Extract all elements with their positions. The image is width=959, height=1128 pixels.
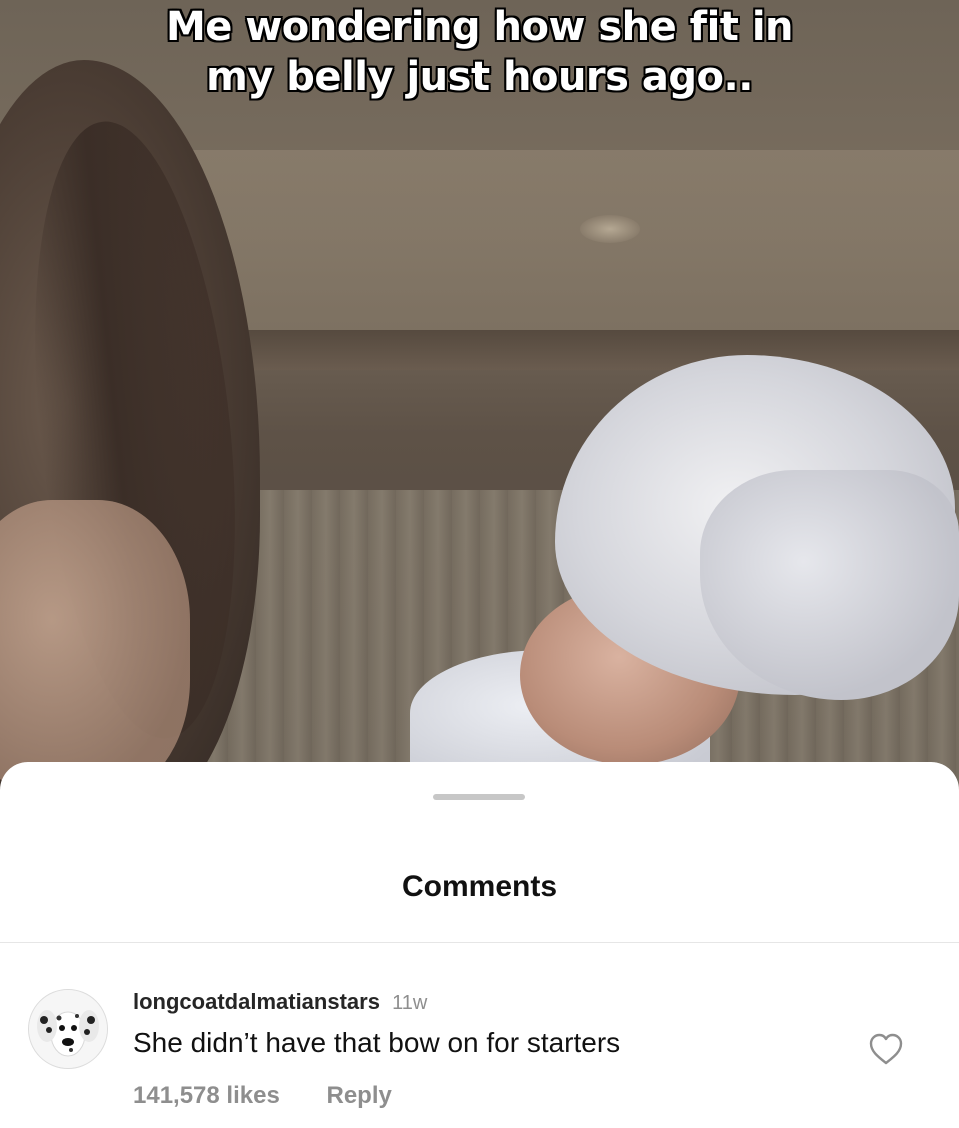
ceiling-background [170, 150, 959, 360]
comment-item: longcoatdalmatianstars 11w She didn’t ha… [0, 977, 959, 1117]
comments-title: Comments [401, 870, 558, 903]
mother-shoulder [0, 500, 190, 790]
ceiling-light [580, 215, 640, 243]
ceiling-beam [150, 330, 959, 370]
reply-button[interactable]: Reply [326, 1082, 391, 1109]
comment-meta: 141,578 likes Reply [133, 1082, 392, 1110]
meme-caption-line: my belly just hours ago.. [206, 54, 753, 100]
comment-likes[interactable]: 141,578 likes [133, 1082, 280, 1109]
comment-author[interactable]: longcoatdalmatianstars [133, 989, 380, 1014]
heart-outline-icon[interactable] [868, 1032, 904, 1066]
sheet-drag-handle[interactable] [433, 794, 525, 800]
comment-age: 11w [392, 992, 428, 1014]
meme-caption: Me wondering how she fit in my belly jus… [0, 2, 959, 102]
comment-header: longcoatdalmatianstars 11w [133, 989, 427, 1015]
video-frame[interactable]: Me wondering how she fit in my belly jus… [0, 0, 959, 790]
meme-caption-line: Me wondering how she fit in [165, 4, 794, 50]
dalmatian-dog-avatar[interactable] [28, 989, 108, 1069]
comment-text: She didn’t have that bow on for starters [133, 1027, 621, 1058]
comments-sheet: Comments longcoatdalmatianstars 11w She … [0, 762, 959, 1128]
header-divider [0, 942, 959, 943]
